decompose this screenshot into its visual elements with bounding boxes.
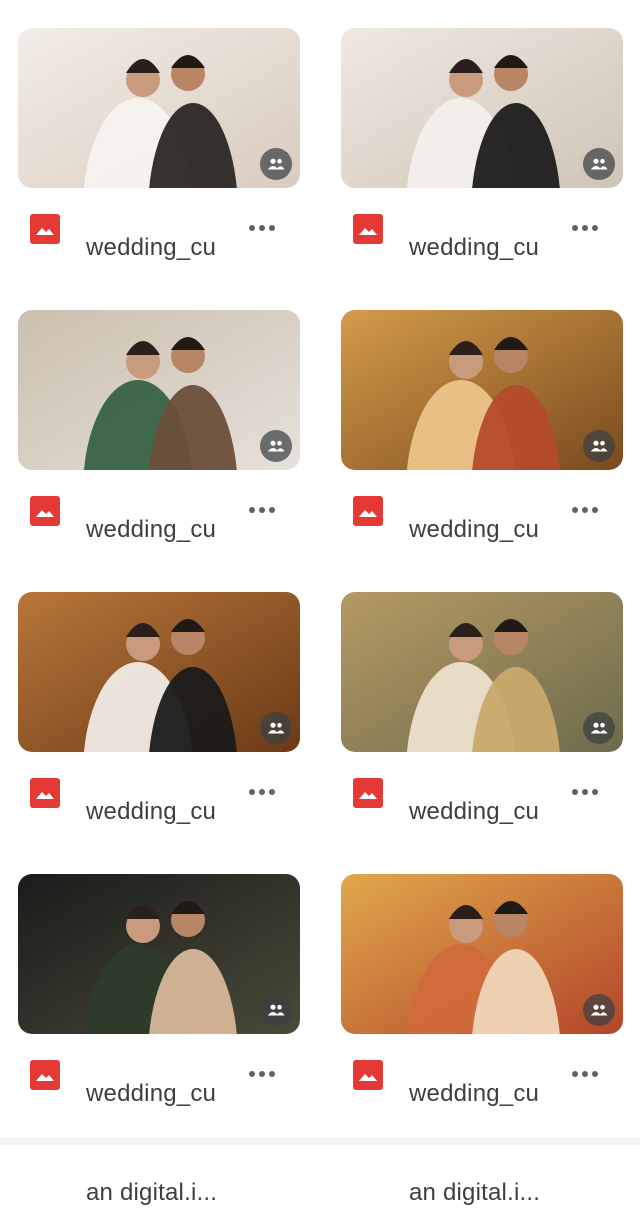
shared-icon xyxy=(260,148,292,180)
more-options-icon[interactable] xyxy=(242,212,282,244)
thumbnail-image xyxy=(341,310,623,470)
more-options-icon[interactable] xyxy=(242,1058,282,1090)
more-options-icon[interactable] xyxy=(565,494,605,526)
file-meta: wedding_cu an digital.i... xyxy=(341,1044,623,1206)
thumbnail-image xyxy=(18,592,300,752)
file-tile[interactable]: wedding_cu an digital.i... xyxy=(18,592,300,924)
thumbnail-image xyxy=(18,874,300,1034)
shared-icon xyxy=(260,712,292,744)
bottom-edge xyxy=(0,1138,640,1145)
file-name-line1: wedding_cu xyxy=(409,234,540,261)
file-name-line1: wedding_cu xyxy=(409,798,540,825)
more-options-icon[interactable] xyxy=(565,776,605,808)
file-thumbnail[interactable] xyxy=(341,28,623,188)
file-name[interactable]: wedding_cu an digital.i... xyxy=(409,1044,559,1209)
file-meta: wedding_cu an digital.i... xyxy=(18,198,300,360)
file-name-line2: an digital.i... xyxy=(86,1179,218,1206)
file-meta: wedding_cu an digital.i... xyxy=(18,762,300,924)
file-name[interactable]: wedding_cu an digital.i... xyxy=(86,1044,236,1209)
image-file-icon xyxy=(353,1060,383,1090)
shared-icon xyxy=(583,994,615,1026)
more-options-icon[interactable] xyxy=(565,1058,605,1090)
file-name-line1: wedding_cu xyxy=(86,1080,217,1107)
file-grid: wedding_cu an digital.i... xyxy=(0,0,640,1206)
file-name-line2: an digital.i... xyxy=(409,1179,541,1206)
thumbnail-image xyxy=(18,310,300,470)
file-tile[interactable]: wedding_cu an digital.i... xyxy=(341,592,623,924)
file-tile[interactable]: wedding_cu an digital.i... xyxy=(341,310,623,642)
more-options-icon[interactable] xyxy=(565,212,605,244)
file-thumbnail[interactable] xyxy=(18,28,300,188)
image-file-icon xyxy=(353,778,383,808)
file-name-line1: wedding_cu xyxy=(86,516,217,543)
thumbnail-image xyxy=(341,28,623,188)
shared-icon xyxy=(583,712,615,744)
file-tile[interactable]: wedding_cu an digital.i... xyxy=(18,28,300,360)
image-file-icon xyxy=(30,496,60,526)
more-options-icon[interactable] xyxy=(242,494,282,526)
file-meta: wedding_cu an digital.i... xyxy=(18,1044,300,1206)
file-thumbnail[interactable] xyxy=(18,874,300,1034)
file-meta: wedding_cu an digital.i... xyxy=(341,198,623,360)
file-meta: wedding_cu an digital.i... xyxy=(341,480,623,642)
file-thumbnail[interactable] xyxy=(341,874,623,1034)
file-tile[interactable]: wedding_cu an digital.i... xyxy=(18,874,300,1206)
image-file-icon xyxy=(353,496,383,526)
file-name-line1: wedding_cu xyxy=(409,1080,540,1107)
file-thumbnail[interactable] xyxy=(341,310,623,470)
file-tile[interactable]: wedding_cu an digital.i... xyxy=(341,874,623,1206)
shared-icon xyxy=(260,430,292,462)
file-name-line1: wedding_cu xyxy=(86,234,217,261)
file-name-line1: wedding_cu xyxy=(86,798,217,825)
more-options-icon[interactable] xyxy=(242,776,282,808)
thumbnail-image xyxy=(341,592,623,752)
shared-icon xyxy=(583,430,615,462)
file-thumbnail[interactable] xyxy=(18,592,300,752)
image-file-icon xyxy=(30,214,60,244)
file-meta: wedding_cu an digital.i... xyxy=(18,480,300,642)
file-thumbnail[interactable] xyxy=(341,592,623,752)
shared-icon xyxy=(583,148,615,180)
image-file-icon xyxy=(30,778,60,808)
thumbnail-image xyxy=(18,28,300,188)
file-meta: wedding_cu an digital.i... xyxy=(341,762,623,924)
file-tile[interactable]: wedding_cu an digital.i... xyxy=(18,310,300,642)
shared-icon xyxy=(260,994,292,1026)
file-name-line1: wedding_cu xyxy=(409,516,540,543)
thumbnail-image xyxy=(341,874,623,1034)
image-file-icon xyxy=(353,214,383,244)
image-file-icon xyxy=(30,1060,60,1090)
file-thumbnail[interactable] xyxy=(18,310,300,470)
file-tile[interactable]: wedding_cu an digital.i... xyxy=(341,28,623,360)
